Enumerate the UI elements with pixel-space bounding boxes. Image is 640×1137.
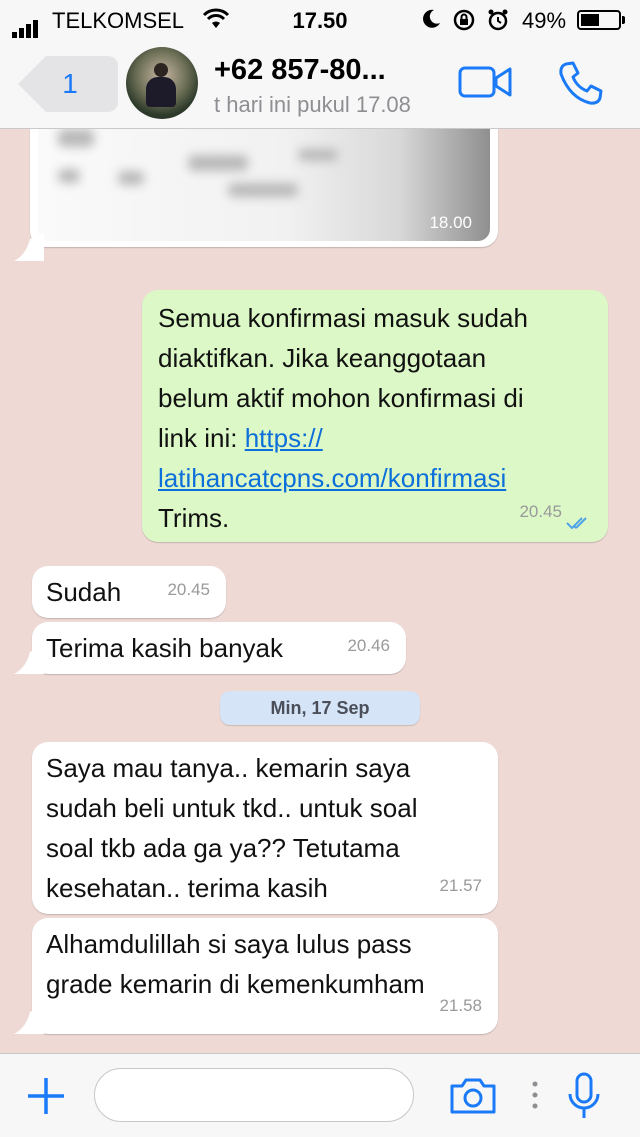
- message-time: 20.45: [167, 580, 210, 599]
- bubble-tail: [14, 233, 44, 261]
- back-button[interactable]: 1: [18, 56, 118, 112]
- more-dots-icon[interactable]: [530, 1080, 540, 1115]
- input-bar: [0, 1053, 640, 1137]
- bubble-tail: [14, 646, 44, 674]
- image-message[interactable]: 18.00: [30, 129, 498, 247]
- message-text: Terima kasih banyak: [46, 633, 283, 663]
- video-call-icon[interactable]: [458, 64, 512, 105]
- incoming-message[interactable]: Alhamdulillah si saya lulus pass grade k…: [32, 918, 498, 1034]
- message-line: soal tkb ada ga ya?? Tetutama: [46, 833, 400, 863]
- message-line: link ini:: [158, 423, 245, 453]
- message-link[interactable]: latihancatcpns.com/konfirmasi: [158, 463, 506, 493]
- message-line: grade kemarin di kemenkumham: [46, 969, 425, 999]
- message-line: Saya mau tanya.. kemarin saya: [46, 753, 411, 783]
- message-time: 20.45: [519, 502, 562, 521]
- incoming-message[interactable]: Saya mau tanya.. kemarin saya sudah beli…: [32, 742, 498, 914]
- message-time: 21.58: [439, 996, 482, 1015]
- message-time: 20.46: [347, 636, 390, 655]
- phone-call-icon[interactable]: [556, 58, 606, 113]
- microphone-icon[interactable]: [566, 1072, 602, 1127]
- message-line: Alhamdulillah si saya lulus pass: [46, 929, 412, 959]
- last-seen: t hari ini pukul 17.08: [214, 92, 411, 117]
- date-separator: Min, 17 Sep: [220, 691, 420, 725]
- message-line: belum aktif mohon konfirmasi di: [158, 383, 524, 413]
- incoming-message[interactable]: Terima kasih banyak 20.46: [32, 622, 406, 674]
- moon-icon: [420, 8, 442, 36]
- message-line: diaktifkan. Jika keanggotaan: [158, 343, 487, 373]
- chat-header: 1 +62 857-80... t hari ini pukul 17.08: [0, 40, 640, 129]
- message-line: kesehatan.. terima kasih: [46, 873, 328, 903]
- status-bar: TELKOMSEL 17.50 49%: [0, 0, 640, 40]
- alarm-icon: [486, 8, 510, 38]
- battery-percent: 49%: [522, 8, 567, 33]
- image-thumbnail[interactable]: 18.00: [38, 129, 490, 241]
- rotation-lock-icon: [452, 8, 476, 38]
- message-input[interactable]: [94, 1068, 414, 1122]
- message-time: 18.00: [429, 213, 472, 232]
- message-link[interactable]: https://: [245, 423, 323, 453]
- message-line: sudah beli untuk tkd.. untuk soal: [46, 793, 418, 823]
- outgoing-message[interactable]: Semua konfirmasi masuk sudah diaktifkan.…: [142, 290, 608, 542]
- avatar[interactable]: [126, 47, 198, 119]
- message-list[interactable]: 18.00 Semua konfirmasi masuk sudah diakt…: [0, 129, 640, 1053]
- unread-count: 1: [62, 68, 78, 99]
- read-receipt-icon: [566, 517, 587, 530]
- bubble-tail: [14, 1006, 44, 1034]
- plus-icon[interactable]: [26, 1076, 66, 1121]
- camera-icon[interactable]: [448, 1076, 498, 1121]
- incoming-message[interactable]: Sudah 20.45: [32, 566, 226, 618]
- message-time: 21.57: [439, 876, 482, 895]
- battery-icon: [577, 10, 625, 30]
- message-line: Semua konfirmasi masuk sudah: [158, 303, 528, 333]
- contact-name[interactable]: +62 857-80...: [214, 54, 386, 87]
